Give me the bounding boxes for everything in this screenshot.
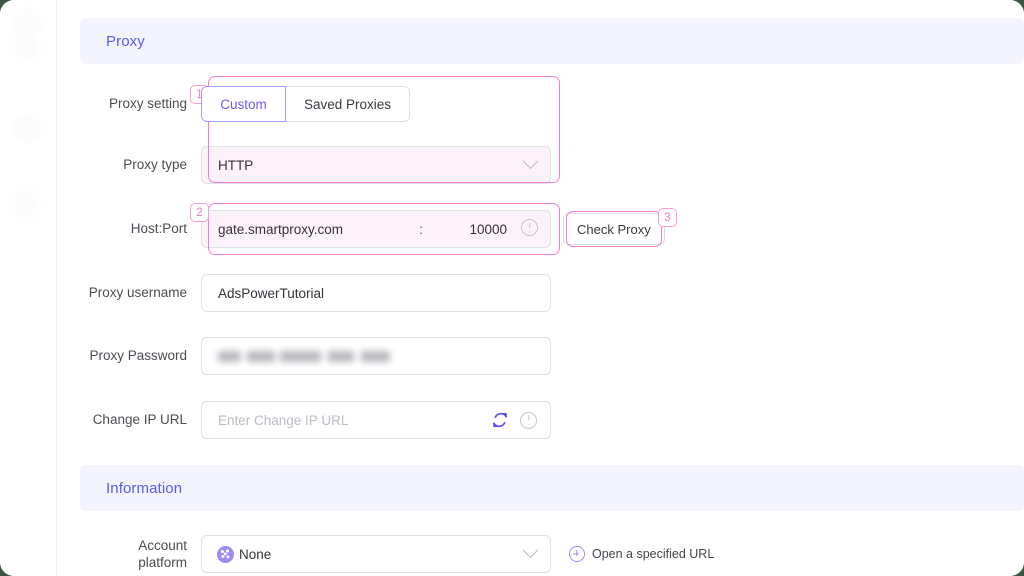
proxy-type-select[interactable]: HTTP (201, 146, 551, 184)
proxy-password-input[interactable] (201, 337, 551, 375)
row-change-ip-url: Change IP URL Enter Change IP URL (57, 401, 551, 439)
sidebar-icon-3[interactable] (12, 113, 42, 143)
proxy-setting-tabs: Custom Saved Proxies (201, 86, 410, 122)
proxy-username-value: AdsPowerTutorial (218, 285, 325, 301)
row-proxy-setting: Proxy setting Custom Saved Proxies (57, 86, 410, 122)
open-specified-url-label: Open a specified URL (592, 547, 715, 561)
label-account-platform-line2: platform (138, 555, 187, 570)
row-proxy-username: Proxy username AdsPowerTutorial (57, 274, 551, 312)
change-ip-url-info-icon[interactable] (520, 411, 537, 429)
label-proxy-setting: Proxy setting (108, 95, 187, 111)
proxy-type-value: HTTP (218, 157, 254, 173)
label-proxy-password: Proxy Password (89, 347, 187, 363)
label-proxy-username: Proxy username (88, 284, 187, 300)
host-port-input-group[interactable]: gate.smartproxy.com : 10000 (201, 210, 551, 248)
section-header-proxy: Proxy (80, 18, 1024, 64)
chevron-down-icon (522, 152, 539, 169)
check-proxy-button[interactable]: Check Proxy (563, 213, 665, 245)
host-port-separator: : (419, 221, 423, 237)
row-account-platform: Account platform None Open a specified U… (57, 535, 714, 573)
label-account-platform: Account platform (57, 537, 201, 572)
sidebar-icon-4[interactable] (12, 189, 42, 219)
section-header-information: Information (80, 465, 1024, 511)
label-account-platform-line1: Account (138, 537, 187, 553)
information-section-title: Information (106, 479, 183, 497)
host-input[interactable]: gate.smartproxy.com (202, 222, 343, 237)
chevron-down-icon (522, 541, 539, 558)
label-change-ip-url: Change IP URL (92, 411, 187, 427)
plus-circle-icon (569, 546, 585, 562)
row-host-port: Host:Port gate.smartproxy.com : 10000 Ch… (57, 210, 665, 248)
row-proxy-type: Proxy type HTTP (57, 146, 551, 184)
refresh-icon[interactable] (492, 412, 508, 428)
app-window: Proxy Proxy setting Custom Saved Proxies… (0, 0, 1024, 576)
proxy-password-masked-value (218, 350, 390, 362)
sidebar-icon-2[interactable] (12, 33, 42, 63)
settings-content: Proxy Proxy setting Custom Saved Proxies… (57, 0, 1024, 576)
port-input[interactable]: 10000 (449, 222, 507, 237)
change-ip-url-input[interactable]: Enter Change IP URL (201, 401, 551, 439)
sidebar (0, 0, 57, 576)
tab-saved-proxies[interactable]: Saved Proxies (286, 86, 410, 122)
label-proxy-type: Proxy type (123, 156, 187, 172)
account-platform-select[interactable]: None (201, 535, 551, 573)
change-ip-url-placeholder: Enter Change IP URL (218, 412, 349, 428)
row-proxy-password: Proxy Password (57, 337, 551, 375)
proxy-username-input[interactable]: AdsPowerTutorial (201, 274, 551, 312)
account-platform-value: None (239, 546, 272, 562)
platform-globe-icon (217, 545, 234, 563)
tab-custom[interactable]: Custom (201, 86, 286, 122)
proxy-section-title: Proxy (106, 32, 145, 50)
label-host-port: Host:Port (130, 220, 187, 236)
host-port-info-icon[interactable] (521, 219, 538, 239)
open-specified-url-link[interactable]: Open a specified URL (569, 546, 714, 562)
